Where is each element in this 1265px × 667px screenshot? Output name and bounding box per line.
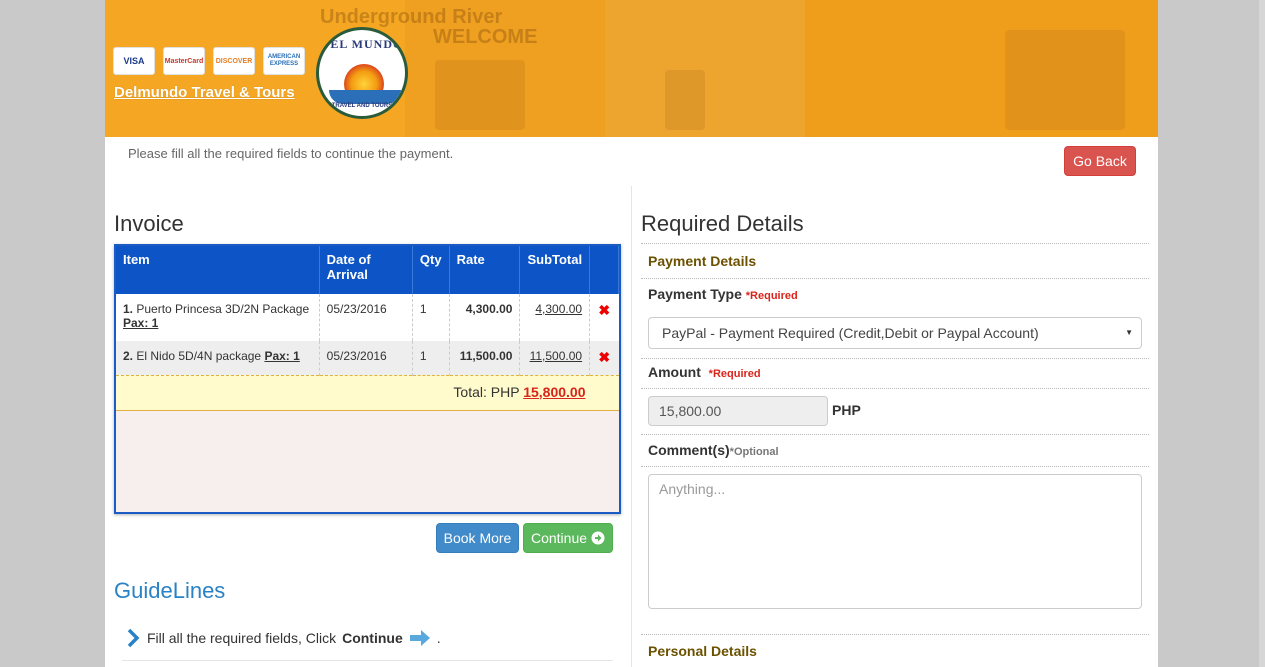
column-header-subtotal: SubTotal: [519, 246, 591, 294]
section-divider: [641, 466, 1149, 467]
subtotal-cell: 11,500.00: [519, 341, 591, 375]
section-divider: [641, 243, 1149, 244]
logo-top-text: DEL MUNDO: [320, 37, 404, 51]
column-header-item: Item: [116, 246, 320, 294]
item-cell: 2. El Nido 5D/4N package Pax: 1: [116, 341, 320, 375]
guideline-item: Fill all the required fields, Click Cont…: [127, 628, 441, 648]
go-back-button[interactable]: Go Back: [1064, 146, 1136, 176]
delete-icon[interactable]: ✖: [589, 294, 619, 341]
mastercard-card-icon: MasterCard: [163, 47, 205, 75]
row-number: 1.: [123, 302, 134, 316]
optional-tag: *Optional: [729, 446, 779, 458]
header-banner: Underground River WELCOME VISA MasterCar…: [105, 0, 1158, 137]
discover-card-icon: DISCOVER: [213, 47, 255, 75]
rate-cell: 11,500.00: [449, 341, 521, 375]
required-details-title: Required Details: [641, 211, 804, 236]
section-divider: [641, 358, 1149, 359]
scrollbar[interactable]: [1259, 0, 1265, 667]
total-amount: 15,800.00: [523, 383, 586, 400]
company-logo: DEL MUNDO TRAVEL AND TOURS: [316, 27, 408, 119]
section-divider: [641, 278, 1149, 279]
page-container: Underground River WELCOME VISA MasterCar…: [105, 0, 1158, 667]
table-row: 1. Puerto Princesa 3D/2N Package Pax: 1 0…: [116, 294, 619, 341]
item-cell: 1. Puerto Princesa 3D/2N Package Pax: 1: [116, 294, 320, 341]
item-name: El Nido 5D/4N package: [136, 349, 262, 363]
invoice-table: Item Date of Arrival Qty Rate SubTotal 1…: [116, 246, 619, 411]
amount-text: Amount: [648, 364, 701, 380]
subtotal-cell: 4,300.00: [519, 294, 591, 341]
invoice-table-box: Item Date of Arrival Qty Rate SubTotal 1…: [114, 244, 621, 514]
amount-label: Amount *Required: [648, 364, 761, 380]
payment-type-select[interactable]: PayPal - Payment Required (Credit,Debit …: [648, 317, 1142, 349]
logo-sea-icon: [329, 90, 401, 104]
qty-cell: 1: [412, 341, 450, 375]
section-divider: [641, 434, 1149, 435]
required-tag: *Required: [745, 290, 798, 302]
personal-details-heading: Personal Details: [648, 643, 757, 659]
guideline-text: Fill all the required fields, Click: [147, 630, 337, 646]
row-number: 2.: [123, 349, 134, 363]
arrow-right-icon: [409, 630, 430, 646]
caret-down-icon: ▼: [1125, 328, 1133, 337]
column-header-date: Date of Arrival: [319, 246, 413, 294]
payment-details-heading: Payment Details: [648, 253, 757, 269]
comments-label: Comment(s)*Optional: [648, 442, 779, 458]
payment-type-value: PayPal - Payment Required (Credit,Debit …: [662, 325, 1039, 341]
guidelines-title: GuideLines: [114, 578, 226, 603]
invoice-title: Invoice: [114, 211, 184, 236]
item-name: Puerto Princesa 3D/2N Package: [136, 302, 310, 316]
date-cell: 05/23/2016: [319, 341, 413, 375]
invoice-header-row: Item Date of Arrival Qty Rate SubTotal: [116, 246, 619, 294]
comments-text: Comment(s): [648, 442, 730, 458]
delete-icon[interactable]: ✖: [589, 341, 619, 375]
banner-photo-shape: [1005, 30, 1125, 130]
comments-textarea[interactable]: Anything...: [648, 474, 1142, 609]
continue-label: Continue: [530, 530, 588, 546]
column-divider: [631, 186, 632, 667]
logo-bottom-text: TRAVEL AND TOURS: [331, 103, 393, 109]
arrow-right-icon: [591, 531, 605, 545]
required-tag: *Required: [708, 368, 761, 380]
table-row: 2. El Nido 5D/4N package Pax: 1 05/23/20…: [116, 341, 619, 375]
payment-type-text: Payment Type: [648, 286, 742, 302]
rate-cell: 4,300.00: [449, 294, 521, 341]
section-divider: [641, 388, 1149, 389]
banner-photo-shape: [435, 60, 525, 130]
pax-link[interactable]: Pax: 1: [123, 316, 158, 330]
brand-link[interactable]: Delmundo Travel & Tours: [114, 84, 295, 101]
chevron-right-icon: [127, 628, 140, 648]
notice-text: Please fill all the required fields to c…: [128, 146, 454, 161]
total-cell: Total: PHP 15,800.00: [116, 374, 619, 411]
column-header-qty: Qty: [412, 246, 450, 294]
visa-card-icon: VISA: [113, 47, 155, 75]
guideline-suffix: .: [436, 630, 441, 646]
amount-field[interactable]: 15,800.00: [648, 396, 828, 426]
guideline-divider: [122, 660, 613, 661]
column-header-actions: [589, 246, 619, 294]
guideline-bold: Continue: [342, 630, 403, 646]
section-divider: [641, 634, 1149, 635]
banner-photo-shape: [665, 70, 705, 130]
banner-photo-text-2: WELCOME: [433, 26, 538, 48]
pax-link[interactable]: Pax: 1: [264, 349, 299, 363]
banner-photo-2: [605, 0, 805, 137]
total-row: Total: PHP 15,800.00: [116, 374, 619, 411]
payment-cards: VISA MasterCard DISCOVER AMERICAN EXPRES…: [113, 47, 305, 75]
total-label: Total: PHP: [453, 383, 520, 400]
amex-card-icon: AMERICAN EXPRESS: [263, 47, 305, 75]
payment-type-label: Payment Type *Required: [648, 286, 798, 302]
book-more-button[interactable]: Book More: [436, 523, 519, 553]
date-cell: 05/23/2016: [319, 294, 413, 341]
column-header-rate: Rate: [449, 246, 521, 294]
qty-cell: 1: [412, 294, 450, 341]
continue-button[interactable]: Continue: [523, 523, 613, 553]
currency-label: PHP: [832, 402, 861, 418]
